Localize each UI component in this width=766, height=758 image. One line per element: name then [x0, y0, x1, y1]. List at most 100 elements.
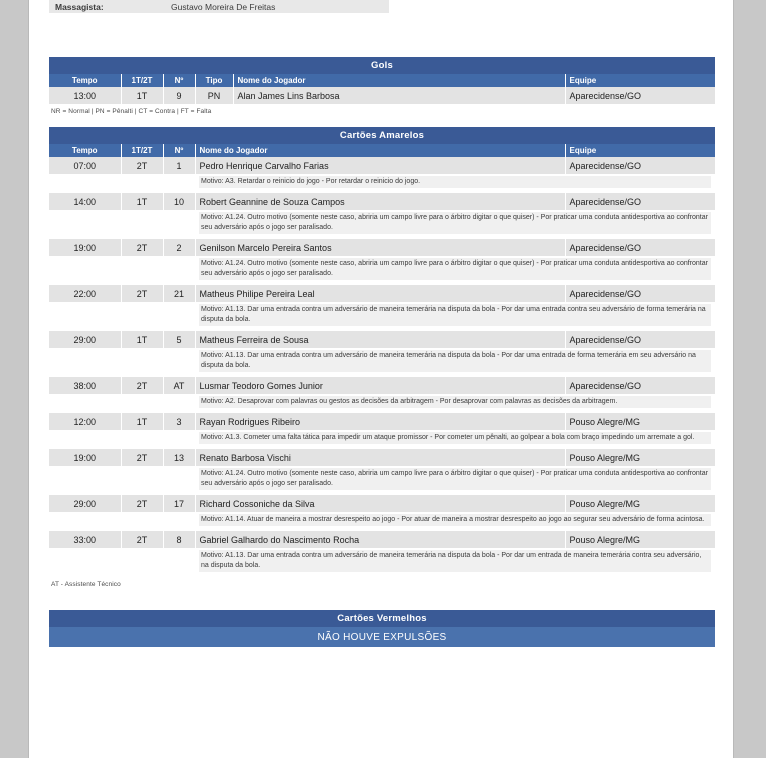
- card-tempo: 19:00: [49, 239, 122, 256]
- card-periodo: 2T: [121, 239, 164, 256]
- goals-title: Gols: [49, 57, 716, 74]
- staff-label: Massagista:: [55, 2, 104, 12]
- red-empty-row: NÃO HOUVE EXPULSÕES: [49, 627, 715, 647]
- card-motivo: Motivo: A1.24. Outro motivo (somente nes…: [199, 258, 711, 280]
- card-equipe: Aparecidense/GO: [565, 285, 715, 302]
- goals-table: Gols Tempo 1T/2T Nº Tipo Nome do Jogador…: [49, 57, 716, 104]
- card-motivo: Motivo: A1.14. Atuar de maneira a mostra…: [199, 514, 711, 526]
- table-row: 12:00 1T 3 Rayan Rodrigues Ribeiro Pouso…: [49, 413, 715, 430]
- card-motivo: Motivo: A1.24. Outro motivo (somente nes…: [199, 212, 711, 234]
- card-tempo: 07:00: [49, 157, 122, 174]
- goal-jogador: Alan James Lins Barbosa: [233, 87, 566, 104]
- card-numero: 2: [163, 239, 196, 256]
- card-periodo: 2T: [121, 377, 164, 394]
- card-tempo: 38:00: [49, 377, 122, 394]
- card-motive-row: Motivo: A1.3. Cometer uma falta tática p…: [49, 430, 715, 449]
- card-motivo: Motivo: A3. Retardar o reinicio do jogo …: [199, 176, 711, 188]
- table-row: 29:00 1T 5 Matheus Ferreira de Sousa Apa…: [49, 331, 715, 348]
- card-equipe: Aparecidense/GO: [565, 239, 715, 256]
- yellow-title-row: Cartões Amarelos: [49, 127, 715, 144]
- card-motivo-cell: Motivo: A1.14. Atuar de maneira a mostra…: [195, 512, 715, 531]
- card-periodo: 2T: [121, 449, 164, 466]
- table-row: 38:00 2T AT Lusmar Teodoro Gomes Junior …: [49, 377, 715, 394]
- card-numero: 3: [163, 413, 196, 430]
- motive-spacer: [49, 348, 195, 377]
- goals-col-tempo: Tempo: [49, 74, 122, 87]
- motive-spacer: [49, 394, 195, 413]
- card-motivo: Motivo: A1.24. Outro motivo (somente nes…: [199, 468, 711, 490]
- goals-col-tipo: Tipo: [195, 74, 234, 87]
- card-motive-row: Motivo: A1.14. Atuar de maneira a mostra…: [49, 512, 715, 531]
- card-periodo: 2T: [121, 531, 164, 548]
- motive-spacer: [49, 466, 195, 495]
- card-motivo: Motivo: A1.13. Dar uma entrada contra um…: [199, 350, 711, 372]
- goal-periodo: 1T: [121, 87, 164, 104]
- goals-legend: NR = Normal | PN = Pênalti | CT = Contra…: [51, 108, 212, 115]
- motive-spacer: [49, 174, 195, 193]
- red-cards-table: Cartões Vermelhos NÃO HOUVE EXPULSÕES: [49, 610, 715, 647]
- card-equipe: Aparecidense/GO: [565, 377, 715, 394]
- document-page: Massagista: Gustavo Moreira De Freitas G…: [0, 0, 766, 758]
- card-jogador: Rayan Rodrigues Ribeiro: [195, 413, 566, 430]
- card-periodo: 1T: [121, 331, 164, 348]
- card-tempo: 33:00: [49, 531, 122, 548]
- motive-spacer: [49, 512, 195, 531]
- card-equipe: Pouso Alegre/MG: [565, 495, 715, 512]
- card-motive-row: Motivo: A2. Desaprovar com palavras ou g…: [49, 394, 715, 413]
- yellow-column-header: Tempo 1T/2T Nº Nome do Jogador Equipe: [49, 144, 715, 157]
- card-numero: 10: [163, 193, 196, 210]
- table-row: 07:00 2T 1 Pedro Henrique Carvalho Faria…: [49, 157, 715, 174]
- card-periodo: 2T: [121, 285, 164, 302]
- table-row: 19:00 2T 2 Genilson Marcelo Pereira Sant…: [49, 239, 715, 256]
- goals-title-row: Gols: [49, 57, 716, 74]
- card-motivo: Motivo: A2. Desaprovar com palavras ou g…: [199, 396, 711, 408]
- card-periodo: 2T: [121, 495, 164, 512]
- card-motivo-cell: Motivo: A1.24. Outro motivo (somente nes…: [195, 256, 715, 285]
- card-motive-row: Motivo: A1.24. Outro motivo (somente nes…: [49, 210, 715, 239]
- card-tempo: 19:00: [49, 449, 122, 466]
- card-periodo: 1T: [121, 413, 164, 430]
- table-row: 19:00 2T 13 Renato Barbosa Vischi Pouso …: [49, 449, 715, 466]
- card-motive-row: Motivo: A1.13. Dar uma entrada contra um…: [49, 548, 715, 577]
- goals-column-header: Tempo 1T/2T Nº Tipo Nome do Jogador Equi…: [49, 74, 716, 87]
- card-numero: 17: [163, 495, 196, 512]
- card-jogador: Pedro Henrique Carvalho Farias: [195, 157, 566, 174]
- card-motive-row: Motivo: A3. Retardar o reinicio do jogo …: [49, 174, 715, 193]
- table-row: 33:00 2T 8 Gabriel Galhardo do Nasciment…: [49, 531, 715, 548]
- card-equipe: Aparecidense/GO: [565, 331, 715, 348]
- card-tempo: 14:00: [49, 193, 122, 210]
- card-equipe: Pouso Alegre/MG: [565, 531, 715, 548]
- card-motivo: Motivo: A1.3. Cometer uma falta tática p…: [199, 432, 711, 444]
- page-content: Massagista: Gustavo Moreira De Freitas G…: [49, 0, 716, 647]
- card-jogador: Gabriel Galhardo do Nascimento Rocha: [195, 531, 566, 548]
- card-jogador: Robert Geannine de Souza Campos: [195, 193, 566, 210]
- card-jogador: Lusmar Teodoro Gomes Junior: [195, 377, 566, 394]
- page-sheet: Massagista: Gustavo Moreira De Freitas G…: [28, 0, 734, 758]
- yellow-col-jogador: Nome do Jogador: [195, 144, 566, 157]
- card-motive-row: Motivo: A1.13. Dar uma entrada contra um…: [49, 302, 715, 331]
- card-motive-row: Motivo: A1.24. Outro motivo (somente nes…: [49, 256, 715, 285]
- card-periodo: 1T: [121, 193, 164, 210]
- goals-col-jogador: Nome do Jogador: [233, 74, 566, 87]
- card-jogador: Genilson Marcelo Pereira Santos: [195, 239, 566, 256]
- card-motivo-cell: Motivo: A3. Retardar o reinicio do jogo …: [195, 174, 715, 193]
- card-equipe: Pouso Alegre/MG: [565, 449, 715, 466]
- card-motivo-cell: Motivo: A1.13. Dar uma entrada contra um…: [195, 348, 715, 377]
- yellow-col-tempo: Tempo: [49, 144, 122, 157]
- red-cards-title: Cartões Vermelhos: [49, 610, 715, 627]
- card-motivo-cell: Motivo: A1.24. Outro motivo (somente nes…: [195, 210, 715, 239]
- red-title-row: Cartões Vermelhos: [49, 610, 715, 627]
- card-numero: 5: [163, 331, 196, 348]
- card-motive-row: Motivo: A1.24. Outro motivo (somente nes…: [49, 466, 715, 495]
- card-motivo-cell: Motivo: A1.24. Outro motivo (somente nes…: [195, 466, 715, 495]
- motive-spacer: [49, 302, 195, 331]
- card-motivo-cell: Motivo: A1.3. Cometer uma falta tática p…: [195, 430, 715, 449]
- red-cards-empty-message: NÃO HOUVE EXPULSÕES: [49, 627, 715, 647]
- motive-spacer: [49, 548, 195, 577]
- card-equipe: Aparecidense/GO: [565, 193, 715, 210]
- table-row: 13:00 1T 9 PN Alan James Lins Barbosa Ap…: [49, 87, 716, 104]
- table-row: 14:00 1T 10 Robert Geannine de Souza Cam…: [49, 193, 715, 210]
